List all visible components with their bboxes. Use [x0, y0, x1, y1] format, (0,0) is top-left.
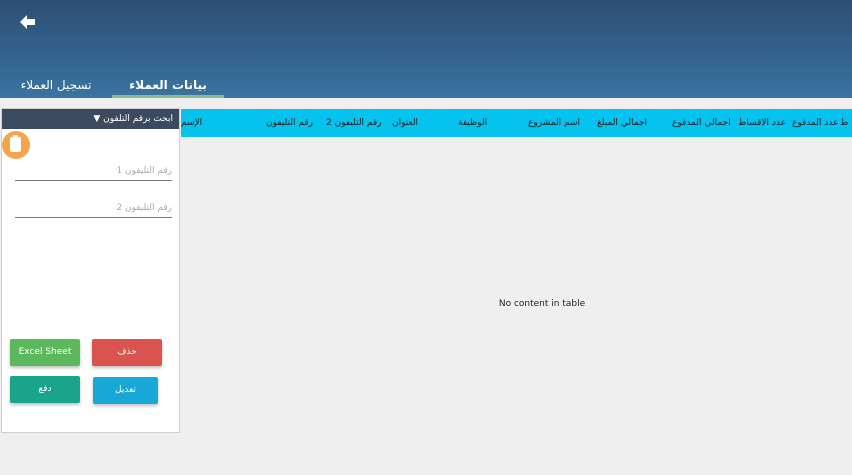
column-header[interactable]: الوظيفة: [458, 109, 487, 137]
pay-button[interactable]: دفع: [10, 376, 80, 403]
delete-button[interactable]: حذف: [92, 339, 162, 366]
search-panel-title[interactable]: ابحث برقم التلفون ▼: [2, 109, 179, 129]
edit-button[interactable]: تعديل: [93, 377, 158, 404]
app-header: تسجيل العملاء بيانات العملاء: [0, 0, 852, 98]
phone2-input[interactable]: [15, 198, 172, 218]
customers-table: ط عدد المدفوع عدد الاقساط اجمالي المدفوع…: [181, 109, 852, 475]
column-header[interactable]: اجمالي المبلغ: [597, 109, 647, 137]
column-header[interactable]: الإسم: [181, 109, 202, 137]
column-header[interactable]: عدد المدفوع: [792, 109, 838, 137]
clipboard-icon[interactable]: [2, 131, 30, 159]
column-header[interactable]: العنوان: [392, 109, 418, 137]
column-header[interactable]: عدد الاقساط: [738, 109, 786, 137]
column-header[interactable]: رقم التليفون 2: [326, 109, 382, 137]
column-header[interactable]: اجمالي المدفوع: [672, 109, 731, 137]
active-tab-indicator: [112, 95, 224, 98]
column-header[interactable]: اسم المشروع: [528, 109, 580, 137]
column-header[interactable]: ط: [840, 109, 848, 137]
empty-table-message: No content in table: [498, 299, 586, 309]
phone1-input[interactable]: [15, 161, 172, 181]
excel-sheet-button[interactable]: Excel Sheet: [10, 339, 80, 366]
tab-register-customers[interactable]: تسجيل العملاء: [20, 77, 92, 97]
tab-customer-data[interactable]: بيانات العملاء: [112, 77, 224, 97]
search-panel: ابحث برقم التلفون ▼ Excel Sheet حذف دفع …: [1, 108, 180, 433]
arrow-left-icon[interactable]: [18, 12, 38, 32]
table-header-row: ط عدد المدفوع عدد الاقساط اجمالي المدفوع…: [181, 109, 852, 137]
column-header[interactable]: رقم التليفون: [266, 109, 313, 137]
